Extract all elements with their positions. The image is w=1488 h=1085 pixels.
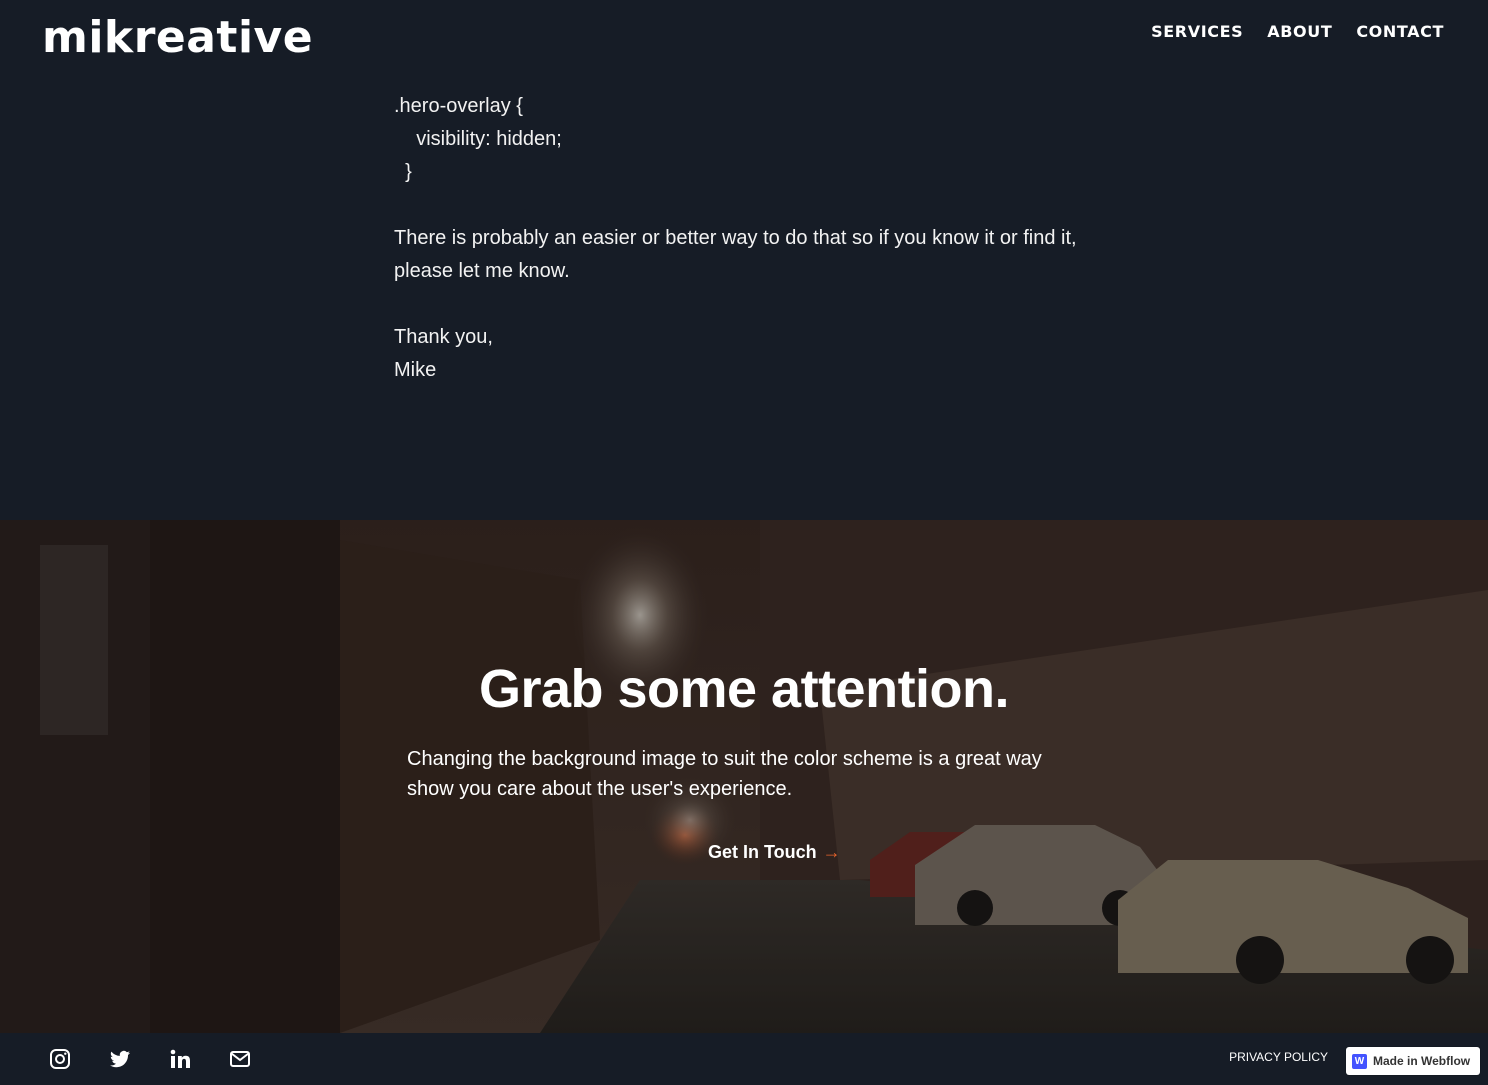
instagram-link[interactable] (48, 1047, 72, 1071)
email-link[interactable] (228, 1047, 252, 1071)
signoff: Thank you, (394, 326, 493, 348)
linkedin-link[interactable] (168, 1047, 192, 1071)
code-line: } (394, 161, 412, 183)
get-in-touch-link[interactable]: Get In Touch → (708, 842, 841, 863)
mail-icon (230, 1051, 250, 1067)
article-section: mikreative SERVICES ABOUT CONTACT .hero-… (0, 0, 1488, 520)
social-links (48, 1047, 252, 1071)
article-paragraph: There is probably an easier or better wa… (394, 227, 1077, 282)
arrow-right-icon: → (822, 842, 841, 862)
twitter-icon (110, 1050, 130, 1068)
code-line: visibility: hidden; (394, 128, 562, 150)
site-logo[interactable]: mikreative (42, 12, 313, 63)
webflow-logo-icon: W (1352, 1053, 1367, 1069)
linkedin-icon (170, 1049, 190, 1068)
author-name: Mike (394, 359, 437, 381)
privacy-policy-link[interactable]: PRIVACY POLICY (1229, 1050, 1328, 1064)
footer: PRIVACY POLICY W Made in Webflow (0, 1033, 1488, 1085)
article-body: .hero-overlay { visibility: hidden; } Th… (394, 90, 1094, 387)
hero-section: Grab some attention. Changing the backgr… (0, 520, 1488, 1033)
get-in-touch-label: Get In Touch (708, 842, 817, 862)
made-in-webflow-badge[interactable]: W Made in Webflow (1346, 1047, 1480, 1075)
code-line: .hero-overlay { (394, 95, 523, 117)
main-nav: SERVICES ABOUT CONTACT (1151, 22, 1444, 41)
twitter-link[interactable] (108, 1047, 132, 1071)
webflow-badge-label: Made in Webflow (1373, 1054, 1471, 1068)
nav-services[interactable]: SERVICES (1151, 22, 1243, 41)
hero-description: Changing the background image to suit th… (407, 748, 1042, 800)
instagram-icon (50, 1049, 70, 1069)
nav-about[interactable]: ABOUT (1267, 22, 1332, 41)
nav-contact[interactable]: CONTACT (1356, 22, 1444, 41)
hero-title: Grab some attention. (478, 659, 1010, 719)
